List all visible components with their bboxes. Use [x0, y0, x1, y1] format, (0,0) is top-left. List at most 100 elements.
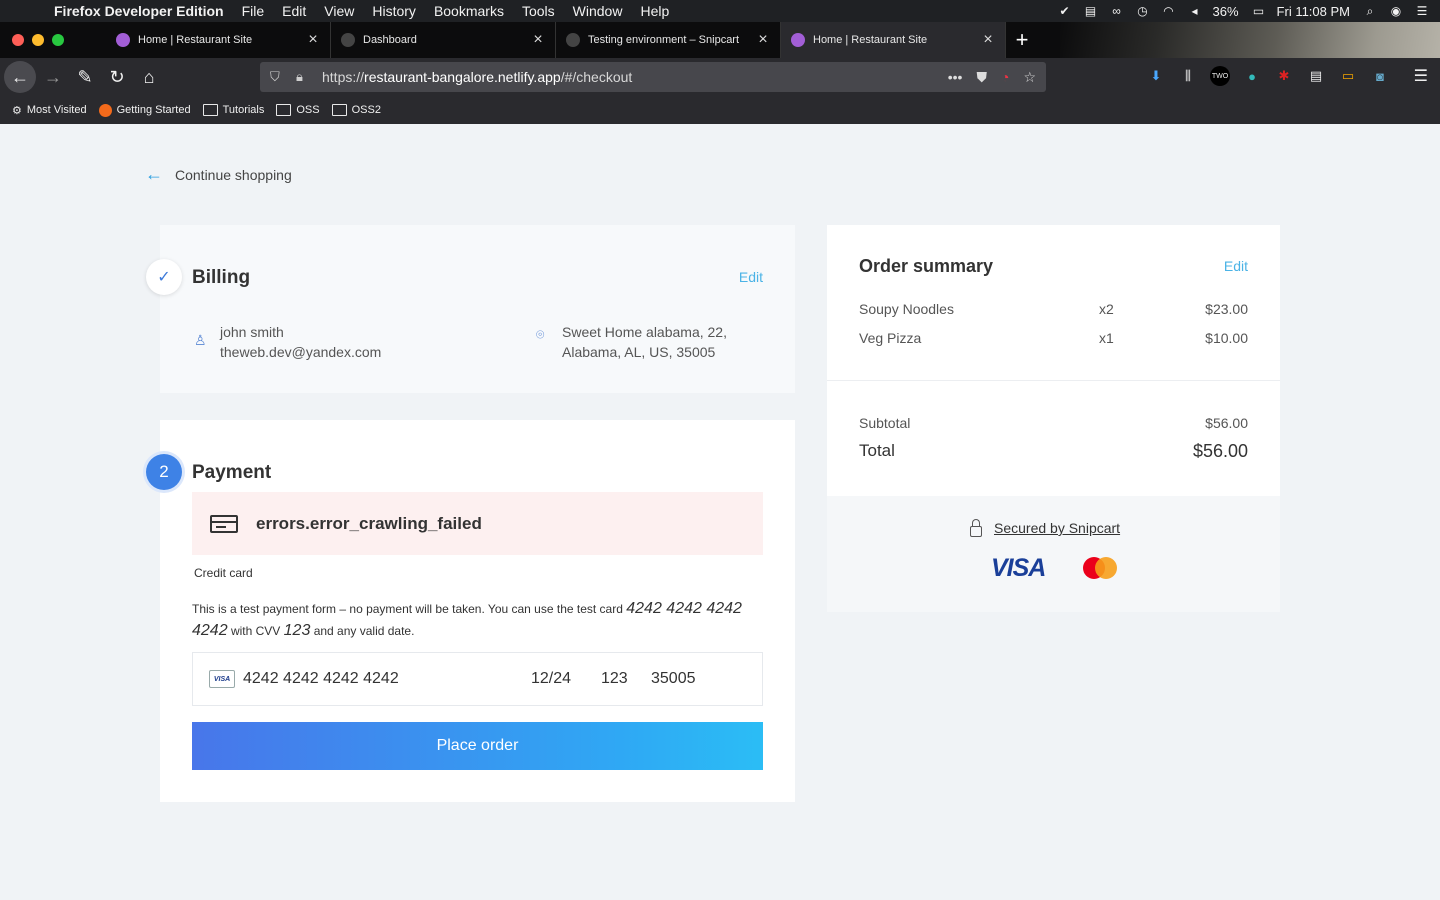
- siri-icon[interactable]: ◉: [1388, 3, 1404, 19]
- check-circle-icon[interactable]: ✔: [1057, 3, 1073, 19]
- payment-error-box: errors.error_crawling_failed: [192, 492, 763, 555]
- downloads-icon[interactable]: ⬇: [1146, 66, 1166, 86]
- extension-chat-icon[interactable]: ◙: [1370, 66, 1390, 86]
- pocket-icon[interactable]: ⛊: [976, 69, 987, 86]
- bookmark-tutorials[interactable]: Tutorials: [202, 104, 264, 116]
- back-button[interactable]: ←: [4, 61, 36, 93]
- spotlight-search-icon[interactable]: ⌕: [1362, 3, 1378, 19]
- tab-testing-environment[interactable]: Testing environment – Snipcart ×: [556, 22, 781, 58]
- secured-by-snipcart-link[interactable]: Secured by Snipcart: [970, 518, 1120, 537]
- page-actions-icon[interactable]: •••: [948, 69, 963, 86]
- docker-icon[interactable]: ▤: [1083, 3, 1099, 19]
- zip-input[interactable]: 35005: [651, 670, 696, 688]
- tracking-shield-icon[interactable]: ⛉: [270, 69, 286, 85]
- menu-history[interactable]: History: [372, 3, 416, 19]
- bookmark-oss[interactable]: OSS: [276, 104, 320, 116]
- volume-icon[interactable]: ◂: [1187, 3, 1203, 19]
- item-qty: x1: [1099, 330, 1114, 346]
- time-machine-icon[interactable]: ◷: [1135, 3, 1151, 19]
- menu-window[interactable]: Window: [573, 3, 623, 19]
- bookmark-star-icon[interactable]: ☆: [1023, 69, 1036, 86]
- menu-bookmarks[interactable]: Bookmarks: [434, 3, 504, 19]
- close-window-icon[interactable]: [12, 34, 24, 46]
- order-summary-edit-link[interactable]: Edit: [1224, 258, 1248, 274]
- wifi-icon[interactable]: ◠: [1161, 3, 1177, 19]
- lock-icon[interactable]: 🔒︎: [296, 69, 312, 85]
- continue-shopping-link[interactable]: ← Continue shopping: [145, 164, 292, 185]
- location-pin-icon: ⌾: [536, 326, 545, 342]
- menu-file[interactable]: File: [242, 3, 265, 19]
- billing-address: ⌾ Sweet Home alabama, 22, Alabama, AL, U…: [536, 322, 727, 362]
- gatsby-favicon-icon: [116, 33, 130, 47]
- bookmark-most-visited[interactable]: ⚙ Most Visited: [12, 104, 87, 117]
- arrow-left-icon: ←: [145, 164, 163, 184]
- list-item: Soupy Noodles x2 $23.00: [859, 301, 1248, 317]
- bookmark-getting-started[interactable]: Getting Started: [98, 103, 191, 117]
- place-order-button[interactable]: Place order: [192, 722, 763, 770]
- url-bar[interactable]: ⛉ 🔒︎ https://restaurant-bangalore.netlif…: [260, 62, 1046, 92]
- tab-restaurant-active[interactable]: Home | Restaurant Site ×: [781, 22, 1006, 58]
- visa-logo: VISA: [991, 554, 1046, 582]
- close-tab-icon[interactable]: ×: [756, 31, 770, 49]
- billing-email: theweb.dev@yandex.com: [220, 344, 382, 360]
- app-menu[interactable]: Firefox Developer Edition: [54, 3, 224, 19]
- item-name: Soupy Noodles: [859, 301, 954, 317]
- card-input-field[interactable]: VISA 4242 4242 4242 4242 12/24 123 35005: [192, 652, 763, 706]
- payment-error-text: errors.error_crawling_failed: [256, 513, 482, 533]
- zoom-window-icon[interactable]: [52, 34, 64, 46]
- item-qty: x2: [1099, 301, 1114, 317]
- user-icon: ♙: [194, 332, 207, 348]
- test-cvv: 123: [283, 622, 311, 639]
- extension-screen-icon[interactable]: ▭: [1338, 66, 1358, 86]
- extension-globe-icon[interactable]: ●: [1242, 66, 1262, 86]
- menu-help[interactable]: Help: [640, 3, 669, 19]
- card-number-input[interactable]: 4242 4242 4242 4242: [243, 670, 531, 688]
- home-button[interactable]: ⌂: [134, 62, 164, 92]
- credit-card-label: Credit card: [194, 566, 253, 580]
- gear-icon: ⚙: [12, 104, 22, 117]
- notification-center-icon[interactable]: ☰: [1414, 3, 1430, 19]
- payment-section: 2 Payment errors.error_crawling_failed C…: [146, 420, 795, 802]
- extension-notes-icon[interactable]: ▤: [1306, 66, 1326, 86]
- billing-edit-link[interactable]: Edit: [739, 269, 763, 285]
- tab-dashboard[interactable]: Dashboard ×: [331, 22, 556, 58]
- folder-icon: [202, 104, 218, 116]
- billing-contact: ♙ john smith theweb.dev@yandex.com: [194, 322, 381, 362]
- menu-view[interactable]: View: [324, 3, 354, 19]
- close-tab-icon[interactable]: ×: [981, 31, 995, 49]
- reload-button[interactable]: ↻: [102, 62, 132, 92]
- hamburger-menu-icon[interactable]: ☰: [1414, 66, 1428, 86]
- address-line-2: Alabama, AL, US, 35005: [562, 344, 716, 360]
- developer-tools-icon[interactable]: ✎: [70, 62, 100, 92]
- tab-restaurant-1[interactable]: Home | Restaurant Site ×: [106, 22, 331, 58]
- minimize-window-icon[interactable]: [32, 34, 44, 46]
- creative-cloud-icon[interactable]: ∞: [1109, 3, 1125, 19]
- url-text[interactable]: https://restaurant-bangalore.netlify.app…: [322, 69, 948, 85]
- credit-card-icon: [210, 514, 238, 533]
- extension-two-icon[interactable]: TWO: [1210, 66, 1230, 86]
- step-number-badge: 2: [146, 454, 182, 490]
- divider: [827, 380, 1280, 381]
- battery-percent[interactable]: 36%: [1213, 4, 1239, 19]
- order-summary: Order summary Edit Soupy Noodles x2 $23.…: [827, 225, 1280, 612]
- colorzilla-icon[interactable]: ◔: [1001, 69, 1009, 86]
- total-label: Total: [859, 441, 895, 460]
- expiry-input[interactable]: 12/24: [531, 670, 601, 688]
- battery-icon[interactable]: ▭: [1251, 3, 1267, 19]
- visa-card-icon: VISA: [209, 670, 235, 688]
- firefox-icon: [98, 103, 112, 117]
- bookmark-oss2[interactable]: OSS2: [331, 104, 381, 116]
- extension-asterisk-icon[interactable]: ✱: [1274, 66, 1294, 86]
- gatsby-favicon-icon: [791, 33, 805, 47]
- cvv-input[interactable]: 123: [601, 670, 651, 688]
- forward-button[interactable]: →: [38, 62, 68, 92]
- library-icon[interactable]: ⫼: [1178, 66, 1198, 86]
- new-tab-button[interactable]: +: [1010, 22, 1034, 58]
- item-price: $10.00: [1205, 330, 1248, 346]
- close-tab-icon[interactable]: ×: [306, 31, 320, 49]
- close-tab-icon[interactable]: ×: [531, 31, 545, 49]
- menu-edit[interactable]: Edit: [282, 3, 306, 19]
- clock[interactable]: Fri 11:08 PM: [1277, 4, 1350, 19]
- billing-name: john smith: [220, 324, 284, 340]
- menu-tools[interactable]: Tools: [522, 3, 555, 19]
